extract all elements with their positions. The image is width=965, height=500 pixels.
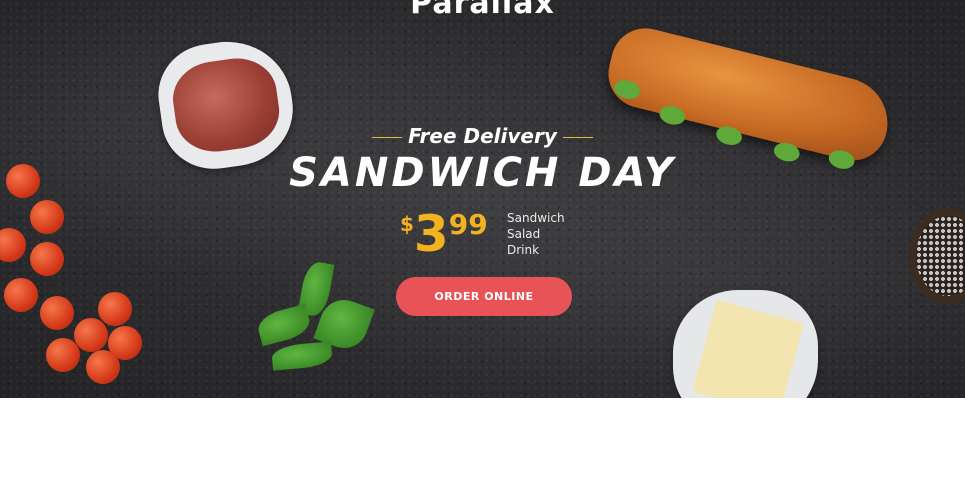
- tomato: [98, 292, 132, 326]
- included-items-list: Sandwich Salad Drink: [507, 210, 565, 258]
- order-online-button[interactable]: ORDER ONLINE: [396, 277, 572, 316]
- tomato: [46, 338, 80, 372]
- basil-leaf: [271, 341, 333, 371]
- free-delivery-tagline: Free Delivery: [0, 124, 965, 148]
- tomato: [30, 242, 64, 276]
- tomato: [30, 200, 64, 234]
- headline: SANDWICH DAY: [289, 150, 676, 196]
- price-currency: $: [400, 212, 414, 236]
- price-decimal: 99: [448, 208, 488, 241]
- tagline-divider-right: [562, 137, 593, 138]
- tagline-text: Free Delivery: [408, 124, 557, 148]
- cheese-image: [673, 290, 818, 398]
- included-item: Drink: [507, 243, 540, 257]
- tomato: [0, 228, 26, 262]
- tomato: [74, 318, 108, 352]
- included-item: Sandwich: [507, 211, 565, 225]
- basil-leaf: [255, 303, 313, 347]
- price: $399: [400, 206, 488, 262]
- price-integer: 3: [413, 205, 449, 263]
- included-item: Salad: [507, 227, 541, 241]
- tomato: [40, 296, 74, 330]
- tomato: [86, 350, 120, 384]
- tomato: [4, 278, 38, 312]
- hero-section: Parallax Free Delivery SANDWICH DAY $399…: [0, 0, 965, 398]
- tagline-divider-left: [372, 137, 403, 138]
- parallax-title: Parallax: [410, 0, 555, 21]
- peppercorn-bowl-image: [908, 208, 965, 304]
- basil-image: [255, 259, 375, 380]
